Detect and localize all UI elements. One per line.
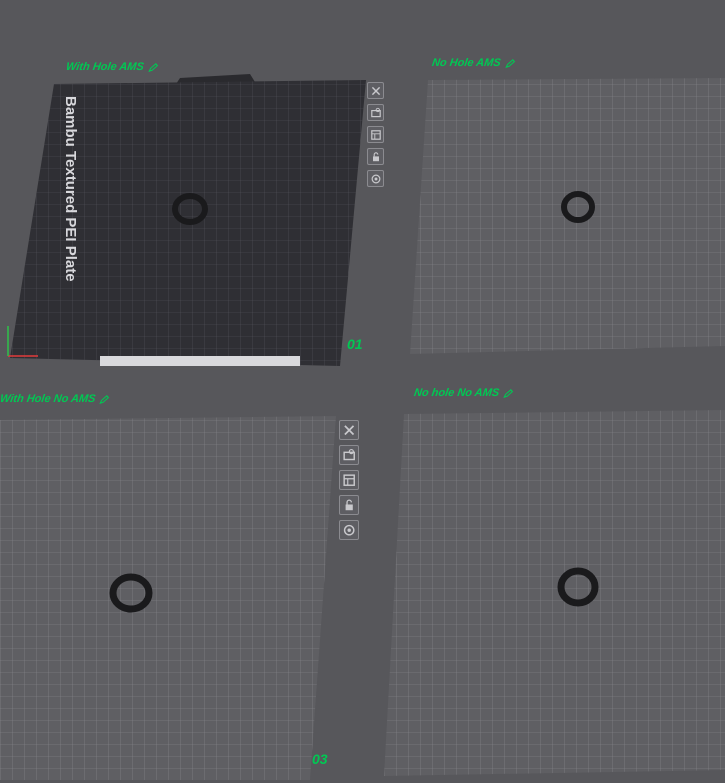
plate-1-info-strip	[100, 356, 300, 366]
edit-icon[interactable]	[99, 394, 112, 405]
3d-viewport[interactable]: Bambu Textured PEI Plate	[0, 0, 725, 783]
plate-1-orient-button[interactable]	[367, 104, 384, 121]
plate-1[interactable]	[7, 74, 366, 366]
plate-3-lock-button[interactable]	[339, 495, 359, 515]
lock-icon	[372, 151, 379, 161]
plate-3-toolbar	[339, 420, 359, 540]
auto-orient-icon	[370, 107, 381, 117]
plate-3-orient-button[interactable]	[339, 445, 359, 465]
plate-1-label: With Hole AMS	[65, 61, 145, 73]
plate-3-label: With Hole No AMS	[0, 393, 97, 405]
settings-icon	[371, 174, 380, 183]
plate-1-arrange-button[interactable]	[367, 126, 384, 143]
plate-2-name[interactable]: No Hole AMS	[431, 57, 516, 69]
plate-3-arrange-button[interactable]	[339, 470, 359, 490]
plate-1-settings-button[interactable]	[367, 170, 384, 187]
plate-4-grid	[384, 410, 725, 776]
arrange-icon	[370, 129, 381, 140]
plate-1-lock-button[interactable]	[367, 148, 384, 165]
plate-1-close-button[interactable]	[367, 82, 384, 99]
lock-icon	[345, 499, 353, 511]
plate-4-name[interactable]: No hole No AMS	[413, 387, 515, 399]
auto-orient-icon	[343, 448, 355, 461]
plate-3-grid	[0, 416, 336, 780]
close-icon	[344, 425, 354, 435]
plate-3-close-button[interactable]	[339, 420, 359, 440]
plate-1-number: 01	[347, 336, 363, 352]
settings-icon	[343, 524, 355, 536]
plate-3-name[interactable]: With Hole No AMS	[0, 393, 111, 405]
plate-3[interactable]	[0, 416, 336, 780]
plate-3-settings-button[interactable]	[339, 520, 359, 540]
plate-1-toolbar	[367, 82, 384, 187]
arrange-icon	[343, 474, 355, 486]
edit-icon[interactable]	[147, 62, 160, 73]
plate-4[interactable]	[384, 410, 725, 776]
close-icon	[371, 86, 380, 95]
plate-1-name[interactable]: With Hole AMS	[65, 61, 159, 73]
plate-2[interactable]	[410, 78, 725, 354]
edit-icon[interactable]	[504, 58, 517, 69]
edit-icon[interactable]	[502, 388, 515, 399]
plate-4-label: No hole No AMS	[413, 387, 500, 399]
plate-2-label: No Hole AMS	[431, 57, 502, 69]
plate-3-number: 03	[312, 751, 328, 767]
plate-1-bed-text: Bambu Textured PEI Plate	[62, 96, 79, 282]
